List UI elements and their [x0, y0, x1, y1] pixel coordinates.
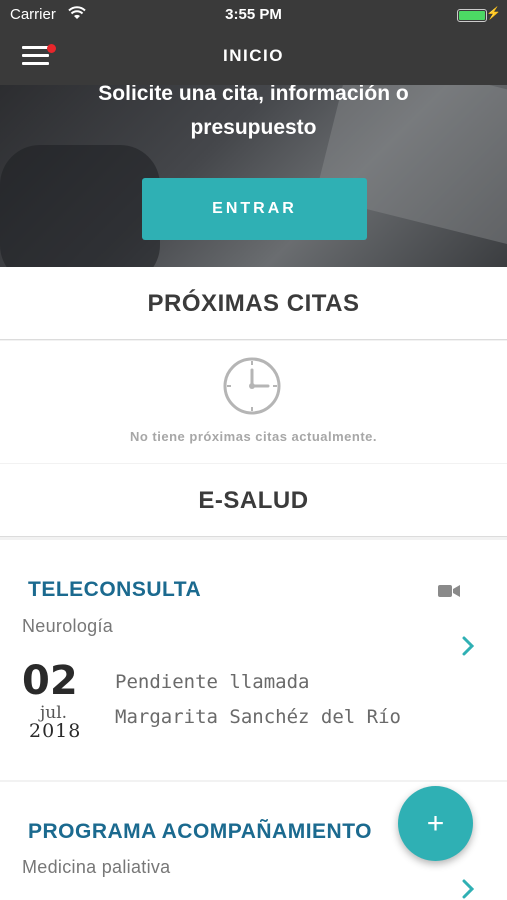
charging-icon: ⚡	[486, 6, 501, 20]
hero-text-line2: presupuesto	[190, 116, 317, 139]
nav-bar: INICIO	[0, 30, 507, 85]
empty-appointments: No tiene próximas citas actualmente.	[0, 341, 507, 463]
appointment-status: Pendiente llamada	[115, 671, 310, 693]
clock-icon	[223, 357, 281, 415]
add-button[interactable]: +	[398, 786, 473, 861]
appointment-doctor: Margarita Sanchéz del Río	[115, 706, 401, 728]
card-type: PROGRAMA ACOMPAÑAMIENTO	[28, 820, 372, 843]
hero-banner: Solicite una cita, información o presupu…	[0, 85, 507, 267]
page-title: INICIO	[223, 46, 284, 65]
hero-text-line1: Solicite una cita, información o	[98, 85, 409, 105]
chevron-right-icon[interactable]	[460, 878, 476, 900]
appointment-year: 2018	[29, 720, 82, 742]
card-type: TELECONSULTA	[28, 578, 202, 601]
chevron-right-icon[interactable]	[460, 635, 476, 657]
status-time: 3:55 PM	[225, 6, 282, 23]
card-specialty: Neurología	[22, 616, 114, 636]
hero-text: Solicite una cita, información o presupu…	[0, 85, 507, 145]
card-specialty: Medicina paliativa	[22, 857, 171, 877]
esalud-title: E-SALUD	[0, 464, 507, 537]
appointment-day: 02	[22, 658, 78, 704]
empty-appointments-text: No tiene próximas citas actualmente.	[129, 429, 378, 444]
battery-icon	[457, 9, 487, 22]
enter-button[interactable]: ENTRAR	[142, 178, 367, 240]
teleconsulta-card[interactable]: TELECONSULTA Neurología 02 jul. 2018 Pen…	[0, 540, 507, 780]
status-bar: Carrier 3:55 PM ⚡	[0, 0, 507, 30]
video-camera-icon	[438, 585, 460, 597]
proximas-citas-title: PRÓXIMAS CITAS	[0, 267, 507, 340]
